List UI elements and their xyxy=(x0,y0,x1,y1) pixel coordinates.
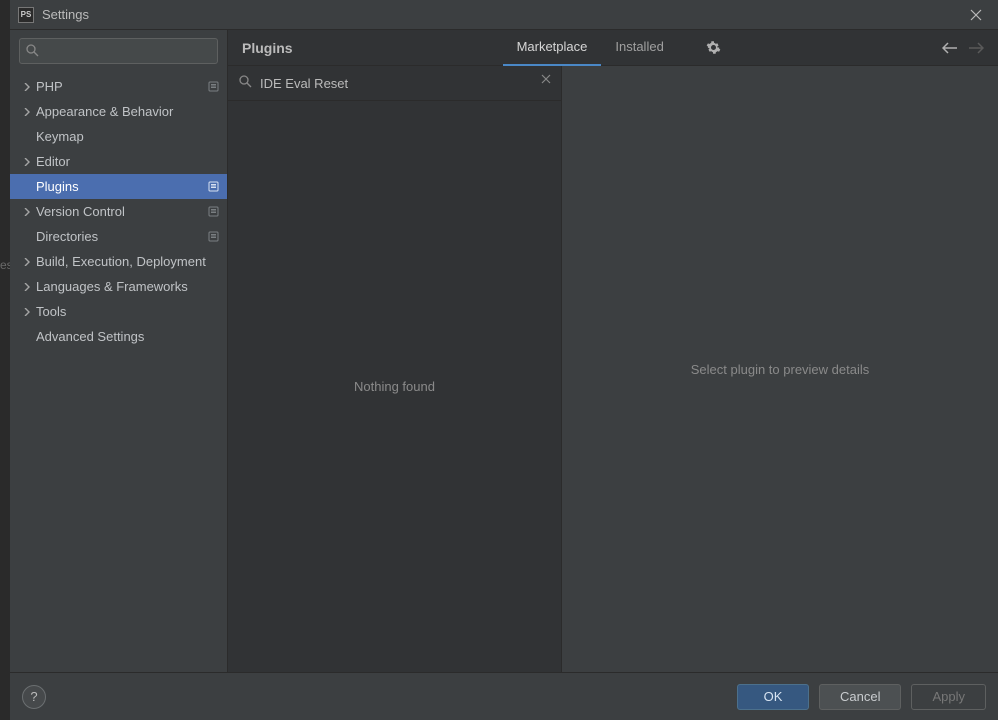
plugin-search xyxy=(228,66,561,101)
cancel-button[interactable]: Cancel xyxy=(819,684,901,710)
sidebar-item-advanced-settings[interactable]: Advanced Settings xyxy=(10,324,227,349)
sidebar-item-keymap[interactable]: Keymap xyxy=(10,124,227,149)
help-icon: ? xyxy=(30,689,37,704)
sidebar-search xyxy=(19,38,218,64)
header-nav xyxy=(942,42,984,54)
sidebar-item-label: Build, Execution, Deployment xyxy=(34,254,219,269)
dialog-footer: ? OK Cancel Apply xyxy=(10,672,998,720)
chevron-right-icon xyxy=(20,258,34,266)
sidebar-item-label: Version Control xyxy=(34,204,208,219)
sidebar-item-label: PHP xyxy=(34,79,208,94)
app-icon: PS xyxy=(18,7,34,23)
chevron-right-icon xyxy=(20,158,34,166)
help-button[interactable]: ? xyxy=(22,685,46,709)
nav-forward-button xyxy=(968,42,984,54)
sidebar-item-label: Advanced Settings xyxy=(34,329,219,344)
settings-tree: PHP Appearance & Behavior Keymap Editor Plug… xyxy=(10,74,227,349)
nav-back-button[interactable] xyxy=(942,42,958,54)
close-icon xyxy=(541,74,551,84)
content-split: Nothing found Select plugin to preview d… xyxy=(228,66,998,672)
sidebar-item-label: Plugins xyxy=(34,179,208,194)
ok-button[interactable]: OK xyxy=(737,684,809,710)
arrow-left-icon xyxy=(942,42,958,54)
header-icons xyxy=(706,40,721,55)
nothing-found-label: Nothing found xyxy=(228,101,561,672)
sidebar-item-label: Directories xyxy=(34,229,208,244)
tab-marketplace[interactable]: Marketplace xyxy=(503,30,602,66)
clear-search-button[interactable] xyxy=(541,74,551,84)
preview-placeholder: Select plugin to preview details xyxy=(691,362,870,377)
chevron-right-icon xyxy=(20,108,34,116)
plugin-preview-panel: Select plugin to preview details xyxy=(562,66,998,672)
main-panel: Plugins MarketplaceInstalled xyxy=(228,30,998,672)
plugin-search-input[interactable] xyxy=(228,66,561,100)
settings-sidebar: PHP Appearance & Behavior Keymap Editor Plug… xyxy=(10,30,228,672)
plugin-tabs: MarketplaceInstalled xyxy=(503,30,678,66)
sidebar-item-directories[interactable]: Directories xyxy=(10,224,227,249)
gear-icon xyxy=(706,40,721,55)
sidebar-item-php[interactable]: PHP xyxy=(10,74,227,99)
sidebar-search-input[interactable] xyxy=(19,38,218,64)
sidebar-item-label: Keymap xyxy=(34,129,219,144)
apply-button: Apply xyxy=(911,684,986,710)
sidebar-item-version-control[interactable]: Version Control xyxy=(10,199,227,224)
sidebar-item-label: Editor xyxy=(34,154,219,169)
sidebar-item-label: Tools xyxy=(34,304,219,319)
settings-dialog: PS Settings PHP Appearance & Behavior Keym… xyxy=(10,0,998,720)
sidebar-item-appearance-behavior[interactable]: Appearance & Behavior xyxy=(10,99,227,124)
chevron-right-icon xyxy=(20,308,34,316)
project-badge-icon xyxy=(208,181,219,192)
page-title: Plugins xyxy=(242,40,293,56)
project-badge-icon xyxy=(208,81,219,92)
sidebar-item-tools[interactable]: Tools xyxy=(10,299,227,324)
sidebar-item-editor[interactable]: Editor xyxy=(10,149,227,174)
sidebar-item-label: Appearance & Behavior xyxy=(34,104,219,119)
sidebar-item-plugins[interactable]: Plugins xyxy=(10,174,227,199)
sidebar-item-languages-frameworks[interactable]: Languages & Frameworks xyxy=(10,274,227,299)
arrow-right-icon xyxy=(968,42,984,54)
chevron-right-icon xyxy=(20,283,34,291)
search-icon xyxy=(238,74,252,88)
titlebar: PS Settings xyxy=(10,0,998,30)
project-badge-icon xyxy=(208,231,219,242)
close-icon xyxy=(970,9,982,21)
sidebar-item-label: Languages & Frameworks xyxy=(34,279,219,294)
window-close-button[interactable] xyxy=(962,1,990,29)
search-icon xyxy=(25,43,39,57)
sidebar-item-build-execution-deployment[interactable]: Build, Execution, Deployment xyxy=(10,249,227,274)
project-badge-icon xyxy=(208,206,219,217)
chevron-right-icon xyxy=(20,208,34,216)
chevron-right-icon xyxy=(20,83,34,91)
plugin-list-panel: Nothing found xyxy=(228,66,562,672)
tab-installed[interactable]: Installed xyxy=(601,30,677,66)
window-title: Settings xyxy=(42,7,962,22)
main-header: Plugins MarketplaceInstalled xyxy=(228,30,998,66)
dialog-body: PHP Appearance & Behavior Keymap Editor Plug… xyxy=(10,30,998,672)
settings-gear-button[interactable] xyxy=(706,40,721,55)
